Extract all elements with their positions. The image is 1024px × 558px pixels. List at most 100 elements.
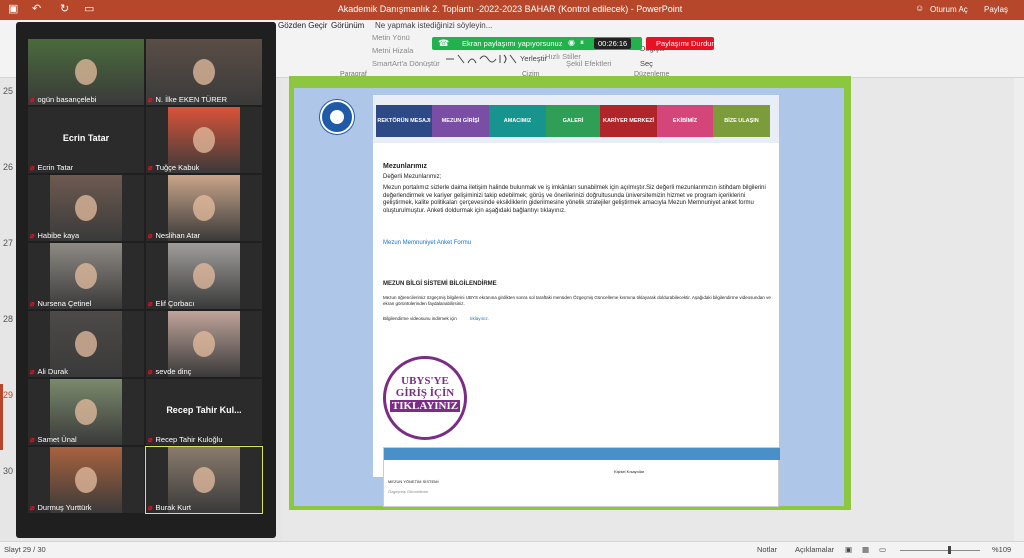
- ubys-line3: TIKLAYINIZ: [390, 400, 460, 412]
- participant-name: ⌀ Tuğçe Kabuk: [148, 163, 199, 172]
- participant-tile[interactable]: ⌀ Ali Durak: [28, 311, 144, 377]
- slide-number[interactable]: 25: [3, 86, 13, 96]
- survey-link[interactable]: Mezun Memnuniyet Anket Formu: [383, 240, 471, 248]
- site-nav-3[interactable]: GALERİ: [546, 105, 600, 137]
- person-avatar: [75, 194, 97, 221]
- participant-tile[interactable]: ⌀ ogün basançelebi: [28, 39, 144, 105]
- present-icon[interactable]: ▭: [84, 2, 94, 15]
- align-text-button[interactable]: Metni Hizala: [372, 46, 413, 55]
- participant-tile[interactable]: ⌀ Neslihan Atar: [146, 175, 262, 241]
- participant-tile[interactable]: ⌀ Nursena Çetinel: [28, 243, 144, 309]
- zoom-slider[interactable]: [900, 550, 980, 551]
- slide-number[interactable]: 26: [3, 162, 13, 172]
- participant-tile[interactable]: ⌀ Elif Çorbacı: [146, 243, 262, 309]
- participant-initials: Recep Tahir Kul...: [166, 405, 242, 415]
- participant-name: ⌀ Samet Ünal: [30, 435, 77, 444]
- participant-tile[interactable]: ⌀ Tuğçe Kabuk: [146, 107, 262, 173]
- participant-name: ⌀ Burak Kurt: [148, 503, 191, 512]
- person-avatar: [193, 126, 215, 153]
- zoom-participants-gallery: ⌀ ogün basançelebi ⌀ N. İlke EKEN TÜRER Ecri…: [16, 22, 276, 538]
- person-avatar: [193, 330, 215, 357]
- participant-tile[interactable]: Recep Tahir Kul... ⌀ Recep Tahir Kuloğlu: [146, 379, 262, 445]
- participant-tile[interactable]: ⌀ sevde dinç: [146, 311, 262, 377]
- screenshot-menu: MEZUN YÖNETİM SİSTEMİ: [388, 479, 439, 484]
- user-icon[interactable]: ☺: [915, 3, 924, 13]
- participant-name: ⌀ Elif Çorbacı: [148, 299, 194, 308]
- video-text: Bilgilendirme videosunu indirmek için: [383, 316, 457, 321]
- share-button[interactable]: Paylaş: [984, 5, 1008, 14]
- site-nav-4[interactable]: KARİYER MERKEZİ: [600, 105, 657, 137]
- ubys-login-badge[interactable]: UBYS'YE GİRİŞ İÇİN TIKLAYINIZ: [383, 356, 467, 440]
- university-logo: [320, 100, 354, 134]
- shapes-gallery[interactable]: [444, 53, 518, 65]
- pause-icon[interactable]: ⏸: [580, 38, 584, 48]
- muted-mic-icon: ⌀: [148, 435, 153, 444]
- participant-tile[interactable]: ⌀ Habibe kaya: [28, 175, 144, 241]
- muted-mic-icon: ⌀: [30, 163, 35, 172]
- participant-tile[interactable]: ⌀ Samet Ünal: [28, 379, 144, 445]
- intro-paragraph: Mezun portalımız sizlerle daima iletişim…: [383, 185, 766, 214]
- slide-number[interactable]: 30: [3, 466, 13, 476]
- muted-mic-icon: ⌀: [148, 95, 153, 104]
- participant-tile[interactable]: ⌀ Durmuş Yurttürk: [28, 447, 144, 513]
- participant-label: Habibe kaya: [37, 231, 80, 240]
- participant-name: ⌀ Nursena Çetinel: [30, 299, 91, 308]
- undo-icon[interactable]: ↶: [32, 2, 41, 15]
- shield-icon: ◉: [568, 38, 575, 47]
- arrange-button[interactable]: Yerleştir: [520, 54, 547, 63]
- participant-name: ⌀ N. İlke EKEN TÜRER: [148, 95, 227, 104]
- refresh-icon[interactable]: ↻: [60, 2, 69, 15]
- participant-label: sevde dinç: [155, 367, 192, 376]
- participant-tile[interactable]: ⌀ N. İlke EKEN TÜRER: [146, 39, 262, 105]
- notes-button[interactable]: Notlar: [757, 545, 777, 554]
- participant-label: Durmuş Yurttürk: [37, 503, 92, 512]
- stop-sharing-button[interactable]: Paylaşımı Durdur: [646, 37, 714, 50]
- muted-mic-icon: ⌀: [148, 231, 153, 240]
- system-screenshot: MEZUN YÖNETİM SİSTEMİ Özgeçmiş Güncellem…: [383, 447, 780, 507]
- muted-mic-icon: ⌀: [30, 231, 35, 240]
- slide-number[interactable]: 27: [3, 238, 13, 248]
- muted-mic-icon: ⌀: [148, 367, 153, 376]
- tab-review[interactable]: Gözden Geçir: [278, 21, 327, 30]
- share-timer: 00:26:16: [594, 38, 632, 49]
- site-nav-0[interactable]: REKTÖRÜN MESAJI: [376, 105, 432, 137]
- share-icon: ☎: [438, 38, 450, 48]
- select-button[interactable]: Seç: [640, 59, 653, 68]
- participant-label: Samet Ünal: [37, 435, 77, 444]
- participant-label: Burak Kurt: [155, 503, 191, 512]
- muted-mic-icon: ⌀: [30, 299, 35, 308]
- convert-smartart-button[interactable]: SmartArt'a Dönüştür: [372, 59, 440, 68]
- sign-in-link[interactable]: Oturum Aç: [930, 5, 968, 14]
- participant-label: Recep Tahir Kuloğlu: [155, 435, 223, 444]
- zoom-level[interactable]: %109: [992, 545, 1011, 554]
- ubys-line2: GİRİŞ İÇİN: [395, 387, 455, 399]
- participant-tile[interactable]: ⌀ Burak Kurt: [145, 446, 263, 514]
- participant-initials: Ecrin Tatar: [62, 133, 110, 143]
- site-nav-5[interactable]: EKİBİMİZ: [657, 105, 713, 137]
- slide-number-current[interactable]: 29: [3, 390, 13, 400]
- vertical-scrollbar[interactable]: [1014, 78, 1024, 541]
- site-nav-6[interactable]: BİZE ULAŞIN: [713, 105, 770, 137]
- participant-label: Elif Çorbacı: [155, 299, 195, 308]
- reading-view-icon[interactable]: ▭: [879, 545, 886, 554]
- participant-label: Neslihan Atar: [155, 231, 201, 240]
- sorter-view-icon[interactable]: ▦: [862, 545, 869, 554]
- site-nav-1[interactable]: MEZUN GİRİŞİ: [432, 105, 489, 137]
- site-nav-2[interactable]: AMACIMIZ: [489, 105, 546, 137]
- tab-view[interactable]: Görünüm: [331, 21, 364, 30]
- participant-name: ⌀ sevde dinç: [148, 367, 191, 376]
- participant-label: Nursena Çetinel: [37, 299, 92, 308]
- muted-mic-icon: ⌀: [30, 503, 35, 512]
- zoom-knob[interactable]: [948, 546, 951, 554]
- normal-view-icon[interactable]: ▣: [845, 545, 852, 554]
- participant-label: N. İlke EKEN TÜRER: [155, 95, 228, 104]
- tell-me-search[interactable]: Ne yapmak istediğinizi söyleyin...: [375, 21, 492, 30]
- participant-tile[interactable]: Ecrin Tatar ⌀ Ecrin Tatar: [28, 107, 144, 173]
- screenshot-item: Özgeçmiş Güncelleme: [388, 489, 429, 494]
- participant-label: Tuğçe Kabuk: [155, 163, 200, 172]
- text-direction-button[interactable]: Metin Yönü: [372, 33, 410, 42]
- shape-effects-button[interactable]: Şekil Efektleri: [566, 59, 611, 68]
- comments-button[interactable]: Açıklamalar: [795, 545, 834, 554]
- video-link[interactable]: tıklayınız.: [470, 315, 489, 323]
- slide-number[interactable]: 28: [3, 314, 13, 324]
